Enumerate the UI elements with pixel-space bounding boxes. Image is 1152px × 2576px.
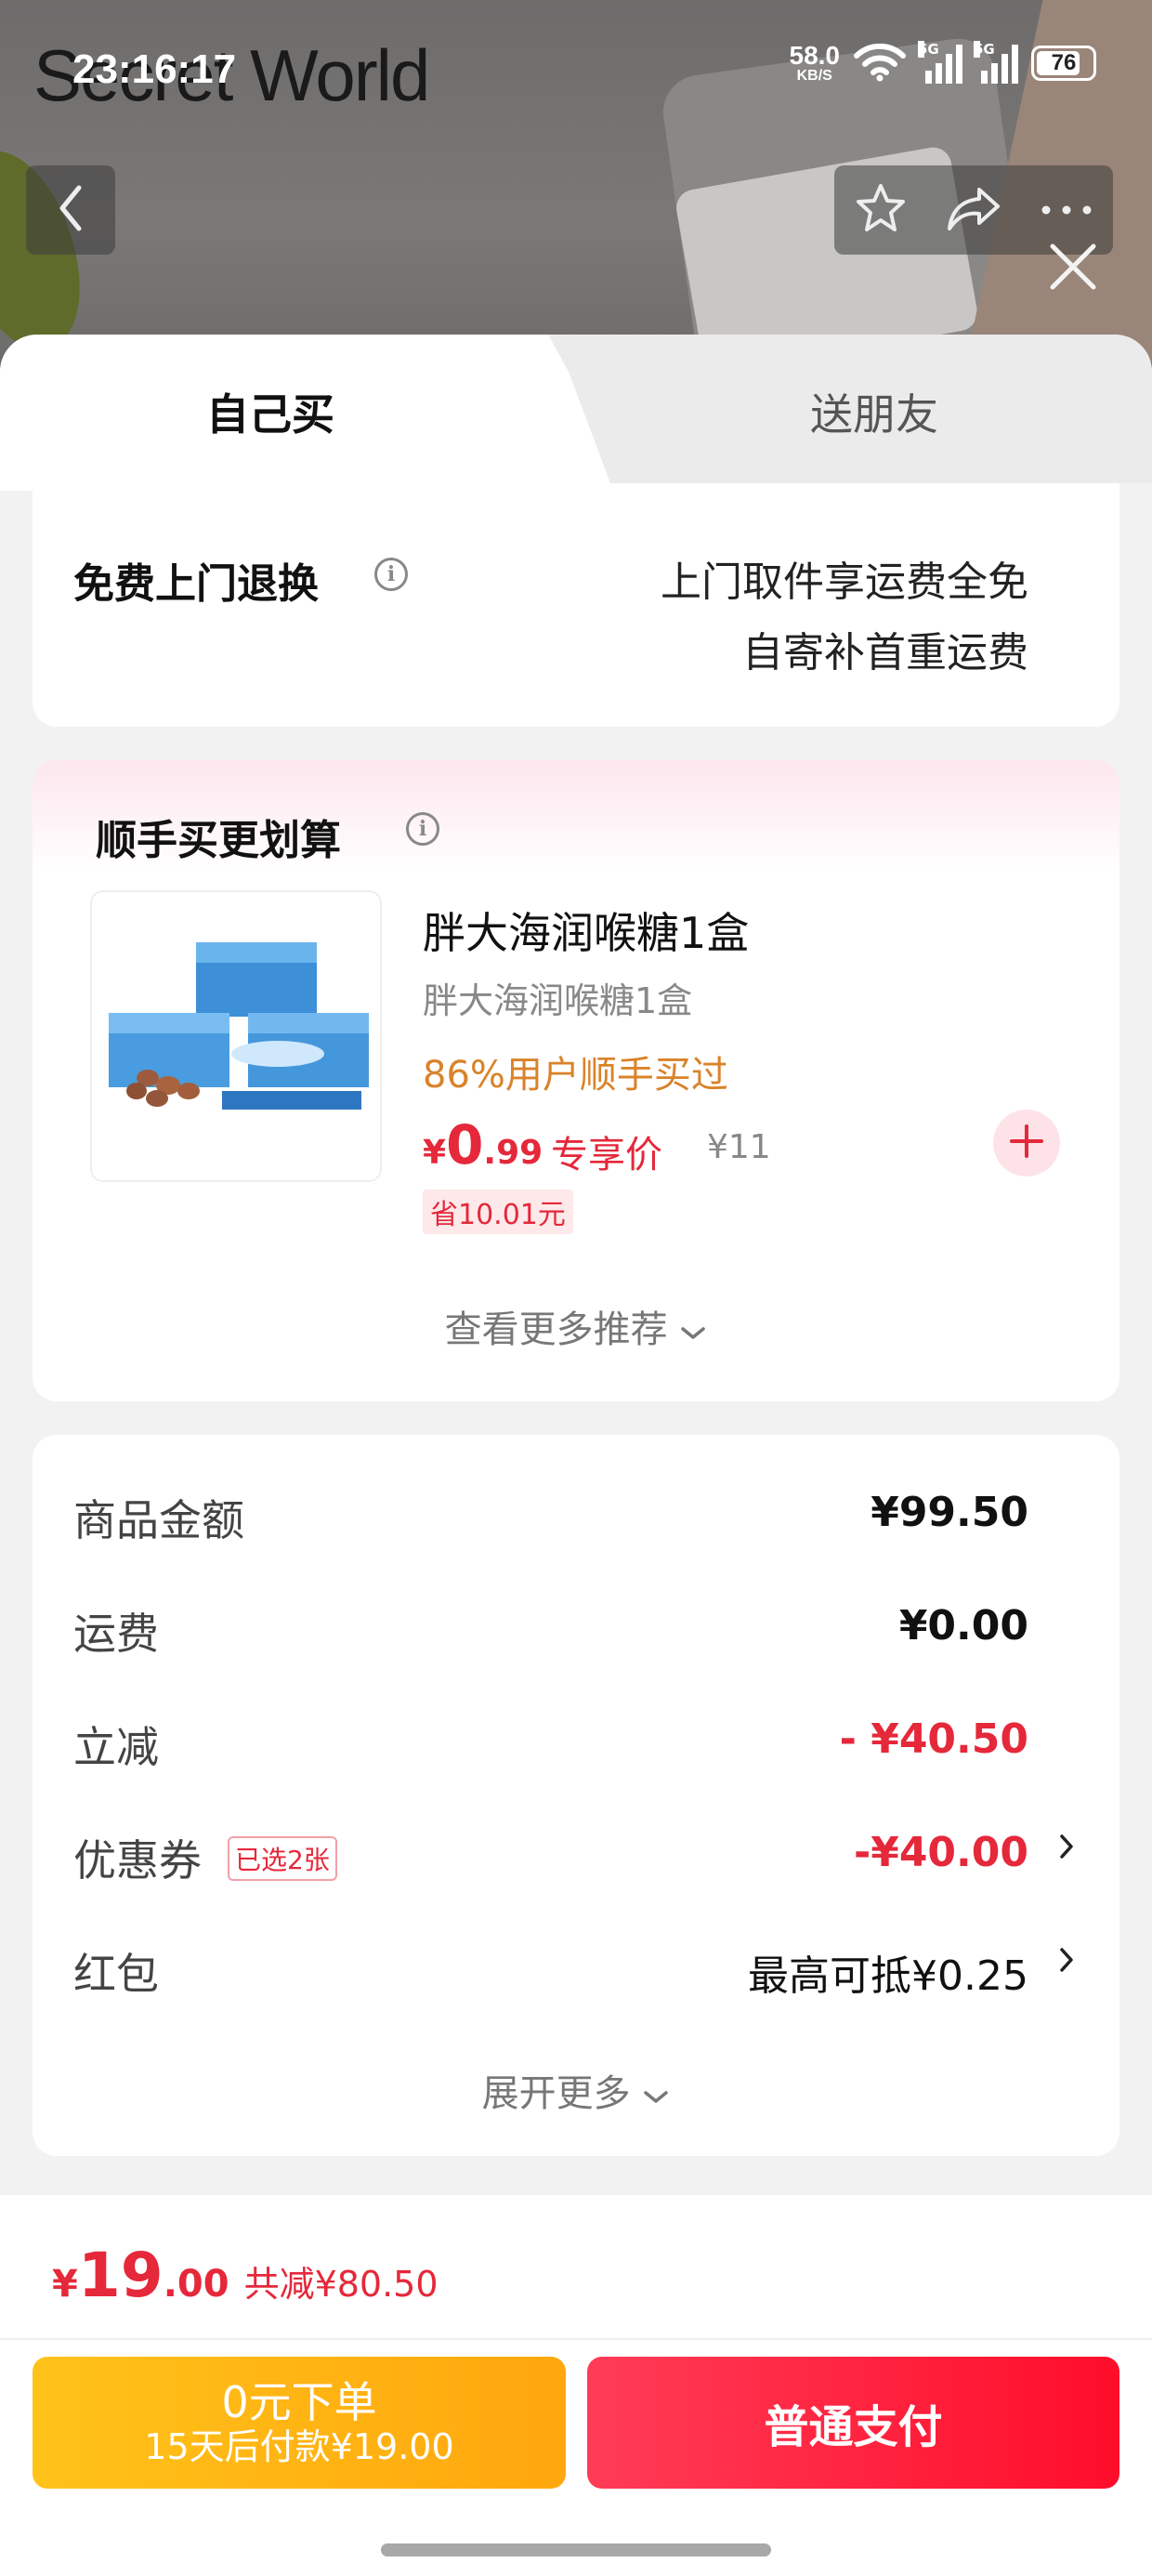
red-packet-value: 最高可抵¥0.25 [748,1952,1028,2000]
expand-more-button[interactable]: 展开更多 [33,2063,1119,2117]
tab-buy-for-self[interactable]: 自己买 [206,381,334,442]
goods-amount-label: 商品金额 [73,1495,244,1545]
recommendation-title: 顺手买更划算 [96,817,341,864]
saving-badge: 省10.01元 [423,1189,573,1234]
battery-level: 76 [1051,50,1077,75]
signal-strength-icon-1: 5G [918,41,962,84]
product-thumbnail[interactable] [90,890,382,1182]
product-price: ¥ 0 .99 [423,1113,543,1176]
deferred-payment-label: 15天后付款¥19.00 [144,2425,454,2467]
original-price: ¥11 [707,1128,771,1166]
total-saved: 共减¥80.50 [243,2264,439,2305]
zero-down-order-button[interactable]: 0元下单 15天后付款¥19.00 [33,2357,566,2489]
close-sheet-button[interactable] [1044,240,1102,297]
tab-gift-to-friend[interactable]: 送朋友 [810,381,938,442]
home-indicator[interactable] [381,2543,771,2556]
coupon-label: 优惠券 [73,1835,202,1886]
wifi-icon [853,41,907,85]
product-buyers-rate: 86%用户顺手买过 [423,1054,728,1097]
status-bar-right: 58.0 KB/S 5G 5G 76 [790,41,1096,85]
red-packet-label: 红包 [73,1949,159,1999]
coupon-selected-badge: 已选2张 [228,1836,337,1881]
view-more-label: 查看更多推荐 [444,1308,668,1351]
instant-discount-value: - ¥40.50 [839,1715,1028,1763]
network-speed-unit: KB/S [796,68,832,84]
info-icon[interactable]: i [406,812,439,846]
chevron-down-icon [642,2072,670,2115]
return-service-selfsend-text: 自寄补首重运费 [742,629,1028,677]
network-speed-value: 58.0 [789,41,841,70]
coupon-value: -¥40.00 [853,1829,1028,1876]
info-icon[interactable]: i [374,558,408,591]
back-button[interactable] [26,165,115,255]
exclusive-price-label: 专享价 [551,1134,662,1176]
status-time: 23:16:17 [72,46,237,92]
chevron-right-icon [1058,1825,1075,1873]
expand-more-label: 展开更多 [481,2072,631,2115]
instant-discount-label: 立减 [73,1722,159,1772]
purchase-mode-tabs: 自己买 送朋友 [0,335,1152,491]
return-service-pickup-text: 上门取件享运费全免 [661,559,1028,606]
goods-amount-value: ¥99.50 [871,1489,1028,1536]
signal-type-label-2: 5G [974,41,995,58]
return-service-card: 免费上门退换 i 上门取件享运费全免 自寄补首重运费 [33,483,1119,727]
share-button[interactable] [932,168,1015,252]
product-name[interactable]: 胖大海润喉糖1盒 [423,900,749,961]
price-decimal: .99 [483,1134,543,1172]
star-icon [854,182,908,238]
price-integer: 0 [446,1113,484,1176]
chevron-right-icon [1058,1939,1075,1986]
normal-pay-button[interactable]: 普通支付 [587,2357,1119,2489]
return-service-title: 免费上门退换 [73,560,319,608]
network-speed: 58.0 KB/S [790,43,841,84]
close-icon [1047,241,1099,296]
favorite-button[interactable] [839,168,923,252]
plus-icon [1008,1123,1045,1163]
divider [0,2338,1152,2340]
battery-icon: 76 [1031,46,1096,81]
total-decimal: .00 [163,2263,229,2306]
normal-pay-label: 普通支付 [764,2401,943,2453]
shipping-value: ¥0.00 [898,1602,1028,1649]
signal-type-label-1: 5G [918,41,939,58]
total-integer: 19 [77,2240,164,2311]
add-to-order-button[interactable] [993,1110,1060,1176]
price-symbol: ¥ [423,1134,447,1172]
view-more-recommendations[interactable]: 查看更多推荐 [33,1299,1119,1353]
total-currency-symbol: ¥ [52,2263,78,2306]
add-on-recommendation-card: 顺手买更划算 i 胖大海润喉糖1盒 胖大海润喉糖1盒 86%用户顺手买过 ¥ 0… [33,760,1119,1401]
more-dots-icon [1041,202,1093,219]
chevron-down-icon [679,1308,707,1351]
share-arrow-icon [946,184,1001,236]
signal-strength-icon-2: 5G [974,41,1018,84]
zero-down-label: 0元下单 [221,2376,377,2427]
price-summary-card: 商品金额 ¥99.50 运费 ¥0.00 立减 - ¥40.50 优惠券 已选2… [33,1435,1119,2156]
shipping-label: 运费 [73,1609,159,1659]
order-total: ¥ 19 .00 共减¥80.50 [52,2240,439,2311]
chevron-left-icon [57,184,85,236]
checkout-bar: ¥ 19 .00 共减¥80.50 0元下单 15天后付款¥19.00 普通支付 [0,2195,1152,2576]
product-spec: 胖大海润喉糖1盒 [423,980,693,1021]
